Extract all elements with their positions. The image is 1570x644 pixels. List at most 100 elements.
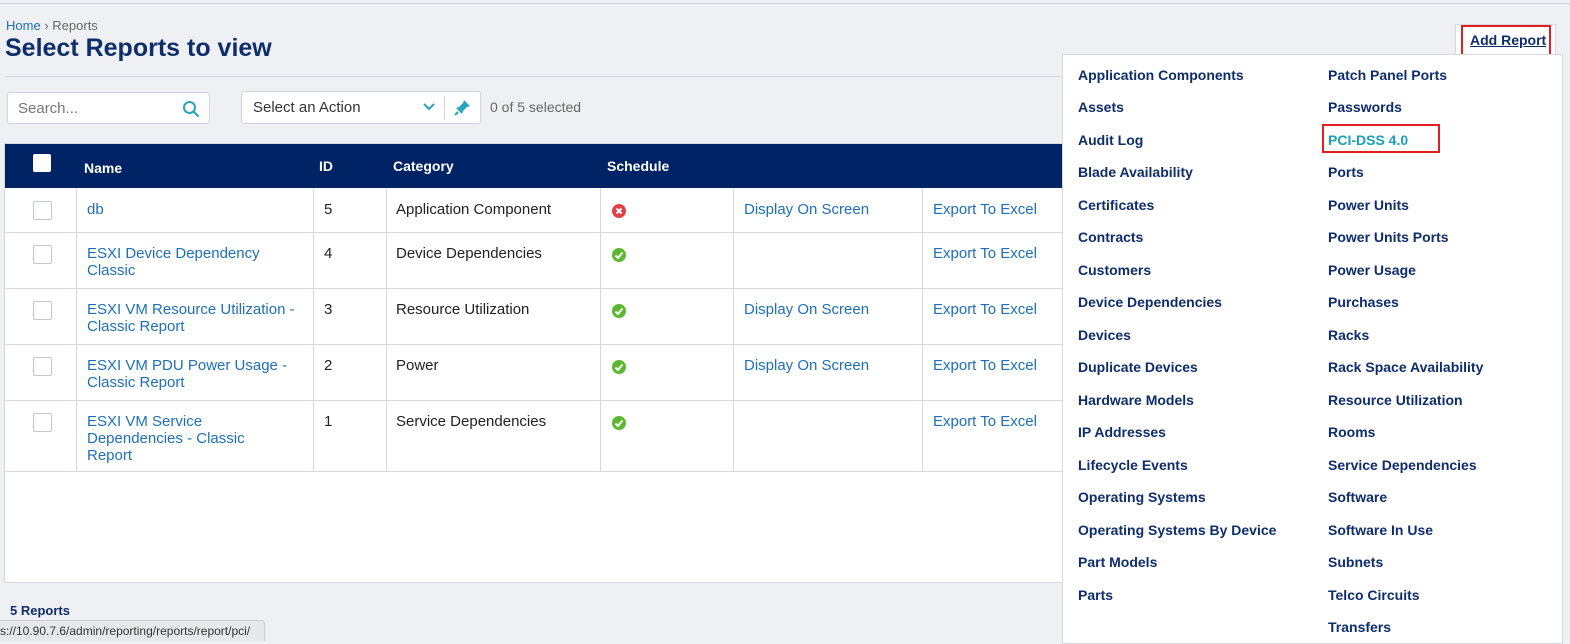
report-name-link[interactable]: ESXI VM Resource Utilization - Classic R… (87, 301, 307, 335)
search-input[interactable] (16, 99, 180, 118)
menu-item-patch-panel-ports[interactable]: Patch Panel Ports (1328, 67, 1447, 83)
menu-item-contracts[interactable]: Contracts (1078, 229, 1143, 245)
row-checkbox[interactable] (33, 201, 52, 220)
action-select-label: Select an Action (253, 99, 361, 116)
menu-item-devices[interactable]: Devices (1078, 327, 1131, 343)
schedule-ok-icon (612, 248, 626, 262)
export-to-excel-link[interactable]: Export To Excel (933, 245, 1037, 262)
col-category-header[interactable]: Category (393, 158, 454, 174)
menu-item-power-units[interactable]: Power Units (1328, 197, 1409, 213)
menu-item-software[interactable]: Software (1328, 489, 1387, 505)
chevron-down-icon[interactable] (422, 100, 436, 114)
title-divider (5, 76, 1065, 77)
search-box (7, 92, 210, 124)
menu-item-ip-addresses[interactable]: IP Addresses (1078, 424, 1166, 440)
export-to-excel-link[interactable]: Export To Excel (933, 413, 1037, 430)
row-checkbox[interactable] (33, 413, 52, 432)
schedule-ok-icon (612, 360, 626, 374)
breadcrumb-home-link[interactable]: Home (6, 18, 41, 33)
menu-item-transfers[interactable]: Transfers (1328, 619, 1391, 635)
menu-item-assets[interactable]: Assets (1078, 99, 1124, 115)
row-checkbox[interactable] (33, 301, 52, 320)
export-to-excel-link[interactable]: Export To Excel (933, 301, 1037, 318)
table-row: ESXI VM PDU Power Usage - Classic Report… (5, 344, 1065, 401)
menu-item-operating-systems[interactable]: Operating Systems (1078, 489, 1206, 505)
menu-item-subnets[interactable]: Subnets (1328, 554, 1383, 570)
menu-item-racks[interactable]: Racks (1328, 327, 1369, 343)
row-checkbox[interactable] (33, 357, 52, 376)
report-name-link[interactable]: db (87, 201, 302, 218)
schedule-ok-icon (612, 416, 626, 430)
breadcrumb-current: Reports (52, 18, 98, 33)
report-category: Device Dependencies (396, 245, 542, 262)
menu-item-software-in-use[interactable]: Software In Use (1328, 522, 1433, 538)
action-select[interactable]: Select an Action (241, 91, 481, 124)
export-to-excel-link[interactable]: Export To Excel (933, 357, 1037, 374)
run-action-icon[interactable] (454, 98, 472, 116)
menu-item-audit-log[interactable]: Audit Log (1078, 132, 1143, 148)
report-id: 4 (324, 245, 333, 262)
page-title: Select Reports to view (5, 34, 272, 62)
menu-item-operating-systems-by-device[interactable]: Operating Systems By Device (1078, 522, 1276, 538)
col-schedule-header[interactable]: Schedule (607, 158, 669, 174)
display-on-screen-link[interactable]: Display On Screen (744, 201, 869, 218)
col-id-header[interactable]: ID (319, 158, 333, 174)
select-all-checkbox[interactable] (33, 154, 51, 172)
breadcrumb: Home › Reports (6, 18, 98, 33)
report-category: Resource Utilization (396, 301, 530, 318)
menu-item-ports[interactable]: Ports (1328, 164, 1364, 180)
menu-item-blade-availability[interactable]: Blade Availability (1078, 164, 1193, 180)
menu-item-part-models[interactable]: Part Models (1078, 554, 1157, 570)
export-to-excel-link[interactable]: Export To Excel (933, 201, 1037, 218)
table-row: ESXI VM Service Dependencies - Classic R… (5, 400, 1065, 472)
report-id: 3 (324, 301, 333, 318)
menu-item-parts[interactable]: Parts (1078, 587, 1113, 603)
report-name-link[interactable]: ESXI Device Dependency Classic (87, 245, 302, 279)
report-id: 2 (324, 357, 333, 374)
highlight-box (1461, 25, 1551, 56)
menu-item-power-units-ports[interactable]: Power Units Ports (1328, 229, 1449, 245)
table-row: db 5 Application Component Display On Sc… (5, 188, 1065, 233)
menu-item-resource-utilization[interactable]: Resource Utilization (1328, 392, 1463, 408)
col-name-header[interactable]: Name (84, 160, 122, 176)
display-on-screen-link[interactable]: Display On Screen (744, 301, 869, 318)
menu-item-passwords[interactable]: Passwords (1328, 99, 1402, 115)
search-icon[interactable] (182, 100, 200, 118)
menu-item-service-dependencies[interactable]: Service Dependencies (1328, 457, 1477, 473)
action-divider (444, 96, 445, 120)
add-report-dropdown: Application Components Assets Audit Log … (1062, 54, 1563, 644)
report-category: Power (396, 357, 439, 374)
top-divider (0, 3, 1570, 4)
report-count: 5 Reports (10, 603, 70, 618)
menu-item-duplicate-devices[interactable]: Duplicate Devices (1078, 359, 1198, 375)
status-bar-url: s://10.90.7.6/admin/reporting/reports/re… (0, 620, 265, 641)
highlight-box (1322, 124, 1440, 153)
menu-item-purchases[interactable]: Purchases (1328, 294, 1399, 310)
report-name-link[interactable]: ESXI VM Service Dependencies - Classic R… (87, 413, 272, 464)
row-checkbox[interactable] (33, 245, 52, 264)
menu-item-device-dependencies[interactable]: Device Dependencies (1078, 294, 1222, 310)
schedule-error-icon (612, 204, 626, 218)
menu-item-telco-circuits[interactable]: Telco Circuits (1328, 587, 1420, 603)
menu-item-lifecycle-events[interactable]: Lifecycle Events (1078, 457, 1188, 473)
display-on-screen-link[interactable]: Display On Screen (744, 357, 869, 374)
menu-item-rooms[interactable]: Rooms (1328, 424, 1375, 440)
menu-item-certificates[interactable]: Certificates (1078, 197, 1154, 213)
schedule-ok-icon (612, 304, 626, 318)
menu-item-application-components[interactable]: Application Components (1078, 67, 1244, 83)
table-header: Name ID Category Schedule (5, 144, 1065, 188)
report-category: Service Dependencies (396, 413, 547, 430)
report-id: 5 (324, 201, 333, 218)
report-id: 1 (324, 413, 333, 430)
breadcrumb-separator: › (44, 18, 49, 33)
report-category: Application Component (396, 201, 552, 218)
menu-item-hardware-models[interactable]: Hardware Models (1078, 392, 1194, 408)
menu-item-rack-space-availability[interactable]: Rack Space Availability (1328, 359, 1483, 375)
reports-table: Name ID Category Schedule db 5 Applicati… (4, 143, 1065, 583)
table-row: ESXI Device Dependency Classic 4 Device … (5, 232, 1065, 289)
menu-item-customers[interactable]: Customers (1078, 262, 1151, 278)
menu-item-power-usage[interactable]: Power Usage (1328, 262, 1416, 278)
table-row: ESXI VM Resource Utilization - Classic R… (5, 288, 1065, 345)
report-name-link[interactable]: ESXI VM PDU Power Usage - Classic Report (87, 357, 302, 391)
selection-count: 0 of 5 selected (490, 99, 582, 115)
